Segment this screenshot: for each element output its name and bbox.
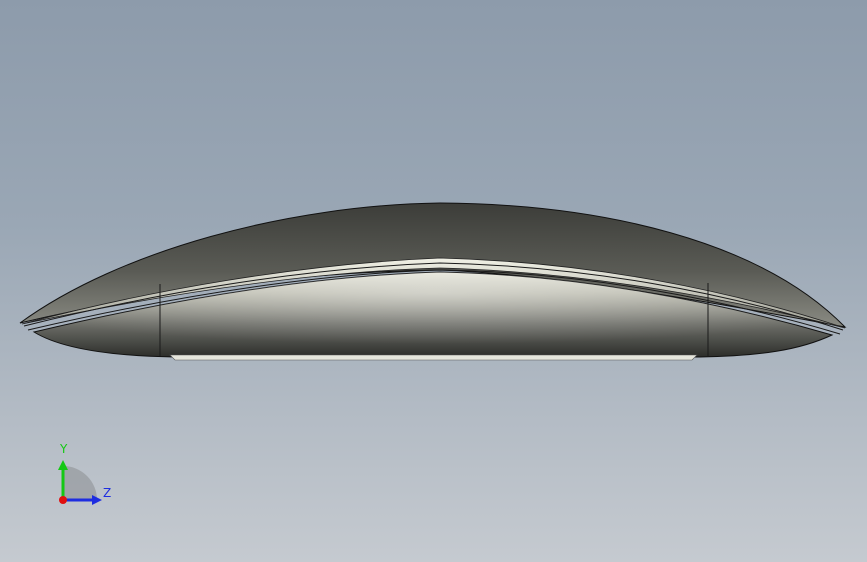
graphics-viewport[interactable]: Y Z xyxy=(0,0,867,562)
mouse-model[interactable] xyxy=(0,0,867,562)
x-axis-icon xyxy=(59,496,67,504)
mouse-foot xyxy=(169,354,698,361)
z-axis-label: Z xyxy=(103,486,112,500)
y-axis-label: Y xyxy=(60,442,68,456)
triad-plane-icon xyxy=(63,466,97,500)
